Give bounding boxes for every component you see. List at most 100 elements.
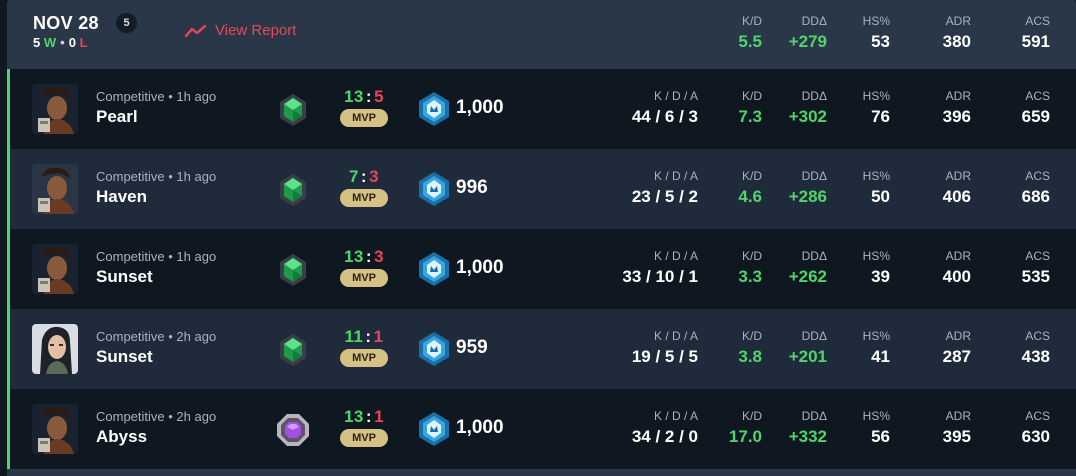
agent-portrait-male bbox=[32, 404, 78, 454]
stat-kda: K / D / A 34 / 2 / 0 bbox=[588, 409, 698, 447]
summary-dd-value: +279 bbox=[788, 32, 827, 51]
stat-adr-value: 287 bbox=[942, 347, 971, 366]
match-list: Competitive • 1h ago Pearl 13:5 MVP 1,00… bbox=[7, 69, 1076, 469]
score-separator: : bbox=[365, 87, 373, 106]
summary-hs-value: 53 bbox=[871, 32, 890, 51]
match-map: Pearl bbox=[96, 107, 138, 126]
stat-kda: K / D / A 44 / 6 / 3 bbox=[588, 89, 698, 127]
stat-hs-value: 41 bbox=[871, 347, 890, 366]
match-score: 13:5 MVP bbox=[328, 87, 400, 127]
match-row[interactable]: Competitive • 1h ago Sunset 13:3 MVP 1,0… bbox=[7, 229, 1076, 309]
match-score: 11:1 MVP bbox=[328, 327, 400, 367]
match-mode-time: Competitive • 2h ago bbox=[96, 329, 217, 344]
mvp-badge: MVP bbox=[340, 349, 388, 367]
stat-kda-value: 34 / 2 / 0 bbox=[631, 427, 698, 446]
match-row[interactable]: Competitive • 2h ago Sunset 11:1 MVP 959… bbox=[7, 309, 1076, 389]
match-row[interactable]: Competitive • 1h ago Haven 7:3 MVP 996 K… bbox=[7, 149, 1076, 229]
stat-kda-value: 19 / 5 / 5 bbox=[631, 347, 698, 366]
stat-kd-value: 3.3 bbox=[738, 267, 762, 286]
stat-adr: ADR 287 bbox=[921, 329, 971, 367]
stat-acs-label: ACS bbox=[1025, 169, 1050, 183]
match-row[interactable]: Competitive • 1h ago Pearl 13:5 MVP 1,00… bbox=[7, 69, 1076, 149]
stat-adr: ADR 395 bbox=[921, 409, 971, 447]
stat-dd-label: DDΔ bbox=[801, 329, 827, 343]
summary-acs-label: ACS bbox=[1025, 14, 1050, 28]
purple-octagon-icon bbox=[277, 414, 309, 446]
rank-rating: 996 bbox=[456, 177, 488, 198]
stat-acs: ACS 438 bbox=[1000, 329, 1050, 367]
stat-acs-value: 686 bbox=[1021, 187, 1050, 206]
stat-hs-label: HS% bbox=[862, 169, 890, 183]
stat-kda-label: K / D / A bbox=[653, 169, 698, 183]
stat-adr: ADR 396 bbox=[921, 89, 971, 127]
stat-hs-label: HS% bbox=[862, 409, 890, 423]
summary-hs-label: HS% bbox=[862, 14, 890, 28]
summary-dd: DDΔ +279 bbox=[767, 14, 827, 52]
view-report-button[interactable]: View Report bbox=[185, 22, 296, 39]
stat-kd: K/D 3.3 bbox=[712, 249, 762, 287]
score-team: 13 bbox=[343, 87, 364, 106]
wins-count: 5 bbox=[33, 35, 41, 50]
stat-acs-value: 535 bbox=[1021, 267, 1050, 286]
stat-dd-label: DDΔ bbox=[801, 89, 827, 103]
score-team: 13 bbox=[343, 247, 364, 266]
stat-dd-label: DDΔ bbox=[801, 169, 827, 183]
stat-kda-label: K / D / A bbox=[653, 329, 698, 343]
stat-kd-label: K/D bbox=[741, 89, 762, 103]
stat-kda-value: 44 / 6 / 3 bbox=[631, 107, 698, 126]
score-separator: : bbox=[360, 167, 368, 186]
stat-kda: K / D / A 23 / 5 / 2 bbox=[588, 169, 698, 207]
ascendant-rank-icon bbox=[419, 172, 449, 206]
stat-kda-label: K / D / A bbox=[653, 249, 698, 263]
stat-hs: HS% 39 bbox=[840, 249, 890, 287]
match-row[interactable]: Competitive • 2h ago Abyss 13:1 MVP 1,00… bbox=[7, 389, 1076, 469]
ascendant-rank-icon bbox=[419, 332, 449, 366]
stat-kd: K/D 17.0 bbox=[712, 409, 762, 447]
losses-count: 0 bbox=[68, 35, 76, 50]
match-map: Abyss bbox=[96, 427, 148, 446]
stat-hs: HS% 50 bbox=[840, 169, 890, 207]
match-mode-time: Competitive • 2h ago bbox=[96, 409, 217, 424]
day-summary-header: NOV 28 5 5 W • 0 L View Report K/D 5.5 DDΔ… bbox=[7, 0, 1076, 69]
summary-acs-value: 591 bbox=[1021, 32, 1050, 51]
stat-dd-value: +262 bbox=[788, 267, 827, 286]
agent-portrait-male bbox=[32, 244, 78, 294]
stat-hs-value: 50 bbox=[871, 187, 890, 206]
stat-kd-label: K/D bbox=[741, 329, 762, 343]
summary-dd-label: DDΔ bbox=[801, 14, 827, 28]
rank-rating: 1,000 bbox=[456, 257, 504, 278]
stat-acs-value: 630 bbox=[1021, 427, 1050, 446]
trend-line-icon bbox=[185, 24, 207, 37]
match-score: 13:1 MVP bbox=[328, 407, 400, 447]
score-enemy: 3 bbox=[374, 247, 385, 266]
stat-adr-label: ADR bbox=[945, 249, 971, 263]
stat-dd: DDΔ +201 bbox=[767, 329, 827, 367]
losses-suffix: L bbox=[79, 35, 88, 50]
stat-dd-value: +332 bbox=[788, 427, 827, 446]
stat-hs-value: 39 bbox=[871, 267, 890, 286]
agent-portrait-male bbox=[32, 164, 78, 214]
stat-dd-label: DDΔ bbox=[801, 409, 827, 423]
day-date: NOV 28 bbox=[33, 13, 99, 33]
stat-adr-label: ADR bbox=[945, 329, 971, 343]
stat-adr-value: 400 bbox=[942, 267, 971, 286]
summary-kd-value: 5.5 bbox=[738, 32, 762, 51]
stat-kda: K / D / A 33 / 10 / 1 bbox=[588, 249, 698, 287]
stat-acs-label: ACS bbox=[1025, 89, 1050, 103]
stat-kd-label: K/D bbox=[741, 249, 762, 263]
match-meta: Competitive • 2h ago Abyss bbox=[96, 409, 216, 447]
rank-rating: 1,000 bbox=[456, 97, 504, 118]
stat-hs: HS% 76 bbox=[840, 89, 890, 127]
stat-dd-value: +201 bbox=[788, 347, 827, 366]
record-separator-dot: • bbox=[60, 35, 65, 50]
summary-adr-label: ADR bbox=[945, 14, 971, 28]
stat-kda-label: K / D / A bbox=[653, 89, 698, 103]
stat-acs-label: ACS bbox=[1025, 249, 1050, 263]
match-map: Sunset bbox=[96, 347, 153, 366]
summary-acs: ACS 591 bbox=[1000, 14, 1050, 52]
score-separator: : bbox=[365, 327, 372, 346]
score-enemy: 1 bbox=[374, 407, 385, 426]
stat-hs-label: HS% bbox=[862, 329, 890, 343]
stat-kd-value: 4.6 bbox=[738, 187, 762, 206]
score-enemy: 1 bbox=[373, 327, 384, 346]
